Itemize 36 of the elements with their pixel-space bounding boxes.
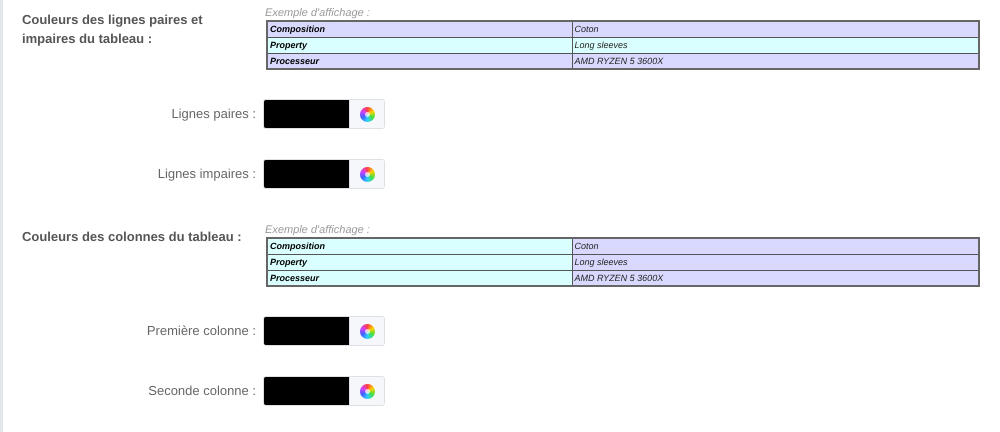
color-picker-button[interactable] [349,377,384,405]
table-cell: Composition [267,238,572,254]
section-title: Couleurs des lignes paires et impaires du tableau : [22,11,204,48]
table-cell: Processeur [267,53,572,69]
table-cell: AMD RYZEN 5 3600X [572,270,979,286]
color-swatch[interactable] [264,160,349,188]
field-label: Lignes impaires : [158,165,256,184]
color-input[interactable] [263,99,385,129]
color-wheel-icon [360,166,374,182]
table-cell: Property [267,37,572,53]
color-picker-button[interactable] [349,100,384,128]
color-picker-button[interactable] [349,160,384,188]
color-input[interactable] [263,376,385,406]
color-input[interactable] [263,159,385,189]
color-input[interactable] [263,316,385,346]
field-label: Lignes paires : [171,105,256,124]
color-wheel-icon [360,106,374,122]
section-title: Couleurs des colonnes du tableau : [22,228,243,246]
color-swatch[interactable] [264,317,349,345]
field-label: Seconde colonne : [148,382,256,400]
table-cell: Property [267,254,572,270]
table-cell: Long sleeves [572,254,979,270]
table-cell: Processeur [267,270,572,286]
color-wheel-icon [360,384,374,398]
color-picker-button[interactable] [349,317,384,345]
example-label: Exemple d'affichage : [265,6,370,20]
color-wheel-icon [360,324,374,338]
color-swatch[interactable] [264,100,349,128]
table-cell: Coton [572,238,979,254]
table-cell: AMD RYZEN 5 3600X [572,53,979,69]
example-label: Exemple d'affichage : [265,223,370,237]
field-label: Première colonne : [146,322,256,340]
table-cell: Long sleeves [572,37,979,53]
table-cell: Composition [267,21,572,37]
table-cell: Coton [572,21,979,37]
color-swatch[interactable] [264,377,349,405]
